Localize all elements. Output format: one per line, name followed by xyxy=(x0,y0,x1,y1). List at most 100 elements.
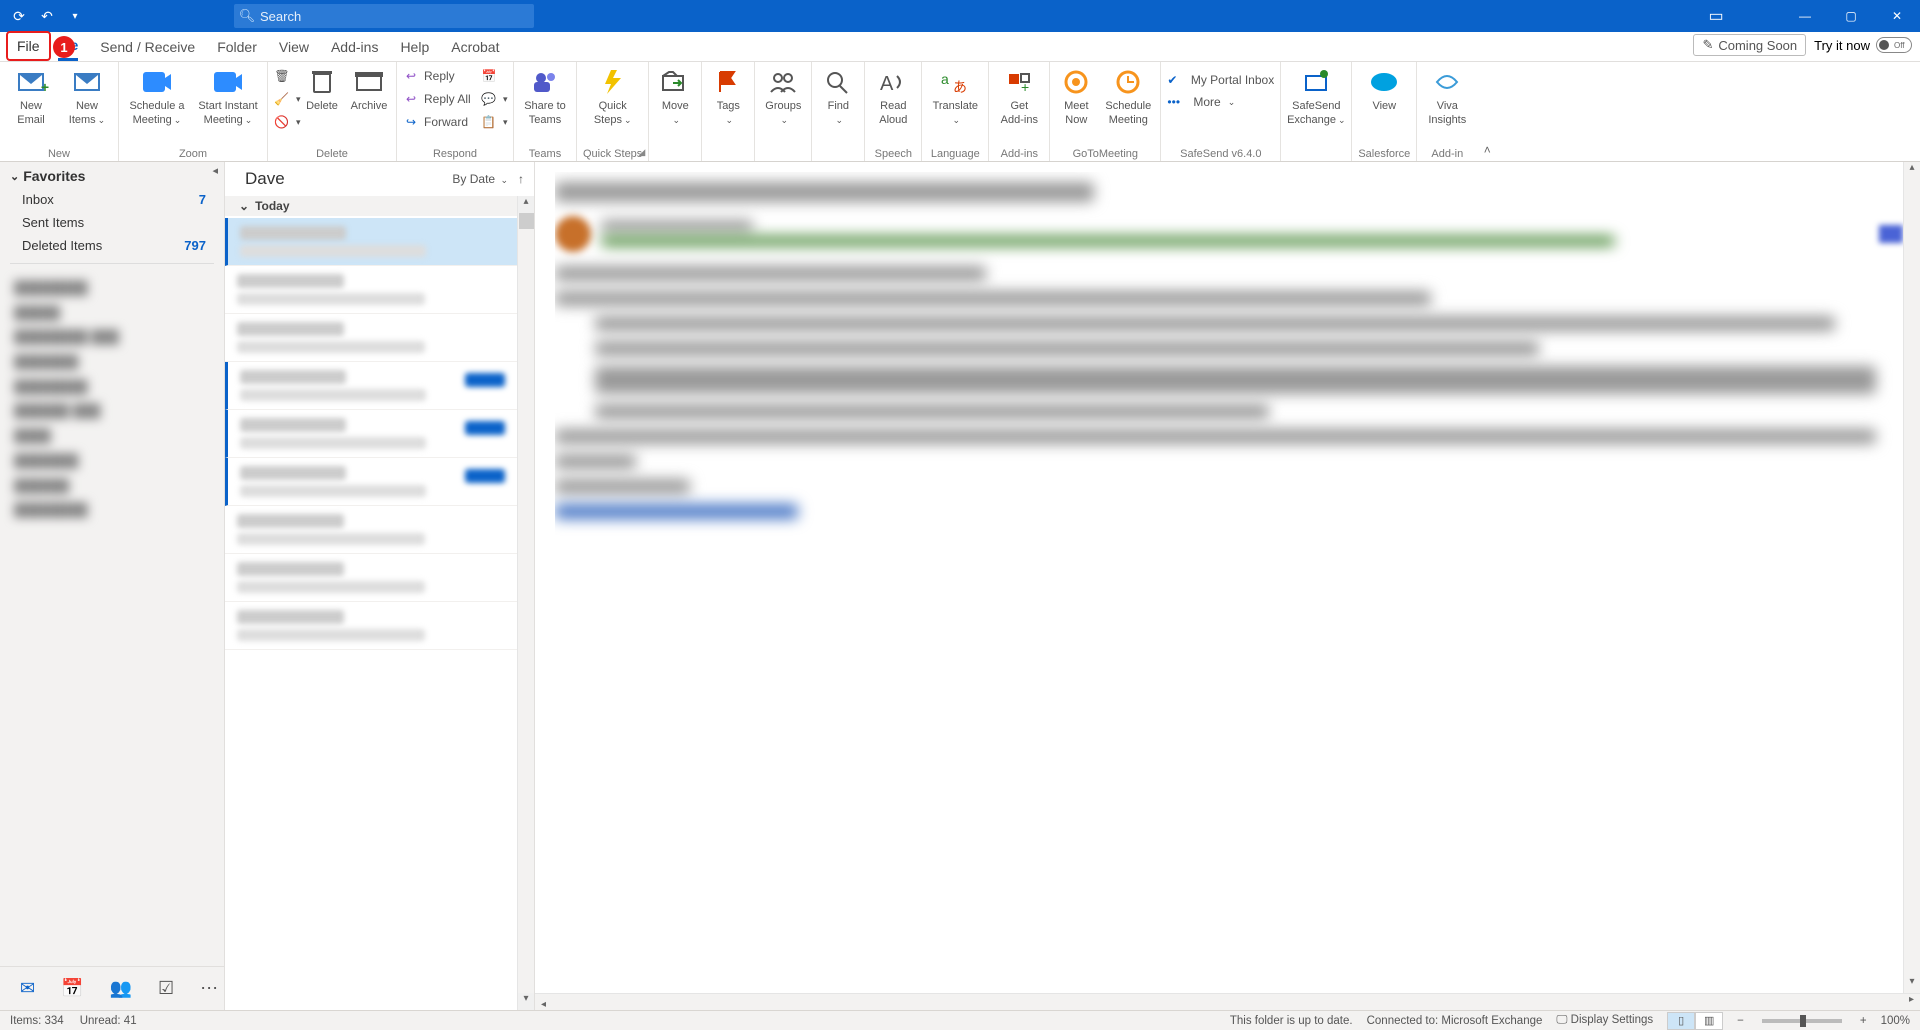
reading-vertical-scrollbar[interactable]: ▴ ▾ xyxy=(1903,162,1920,993)
message-list-scrollbar[interactable]: ▴ ▾ xyxy=(517,196,534,1010)
view-normal-button[interactable]: ▯ xyxy=(1667,1012,1695,1030)
display-settings-button[interactable]: 🖵 Display Settings xyxy=(1556,1014,1653,1027)
view-reading-button[interactable]: ▥ xyxy=(1695,1012,1723,1030)
search-icon: 🔍︎ xyxy=(234,8,260,24)
translate-button[interactable]: aあ Translate⌄ xyxy=(928,66,982,128)
scroll-down-icon[interactable]: ▾ xyxy=(1904,976,1920,993)
groups-button[interactable]: Groups⌄ xyxy=(761,66,805,128)
safesend-exchange-button[interactable]: SafeSend Exchange⌄ xyxy=(1287,66,1345,128)
favorites-header[interactable]: ⌄ Favorites xyxy=(0,162,224,188)
minimize-button[interactable]: ― xyxy=(1782,0,1828,32)
new-email-button[interactable]: New Email xyxy=(6,66,56,128)
close-button[interactable]: ✕ xyxy=(1874,0,1920,32)
scroll-left-icon[interactable]: ◂ xyxy=(535,999,552,1016)
nav-account-blurred[interactable]: █████████████████████ ██████████████████… xyxy=(0,270,224,529)
more-respond-button[interactable]: 📋▾ xyxy=(481,112,507,132)
tasks-icon[interactable]: ☑ xyxy=(158,978,174,999)
zoom-level[interactable]: 100% xyxy=(1881,1015,1910,1027)
message-item[interactable] xyxy=(225,266,517,314)
nav-inbox[interactable]: Inbox 7 xyxy=(0,188,224,211)
new-items-label: New Items⌄ xyxy=(69,100,105,128)
message-item[interactable] xyxy=(225,218,517,266)
read-aloud-button[interactable]: A Read Aloud xyxy=(871,66,915,128)
scroll-thumb[interactable] xyxy=(519,213,534,229)
new-items-button[interactable]: New Items⌄ xyxy=(62,66,112,128)
undo-icon[interactable]: ↶ xyxy=(38,7,56,25)
mail-icon[interactable]: ✉ xyxy=(20,978,35,999)
schedule-gtm-button[interactable]: Schedule Meeting xyxy=(1102,66,1154,128)
schedule-meeting-button[interactable]: Schedule a Meeting⌄ xyxy=(125,66,189,128)
try-it-now-toggle[interactable]: Off xyxy=(1876,37,1912,53)
date-group-today[interactable]: ⌄ Today xyxy=(225,196,534,216)
forward-button[interactable]: ↪Forward xyxy=(403,112,475,132)
search-input[interactable] xyxy=(260,9,534,24)
message-item[interactable] xyxy=(225,410,517,458)
quick-steps-launcher[interactable]: ◢ xyxy=(638,147,645,158)
more-nav-icon[interactable]: ⋯ xyxy=(200,978,218,999)
im-button[interactable]: 💬▾ xyxy=(481,89,507,109)
group-label-respond: Respond xyxy=(433,148,477,161)
search-box[interactable]: 🔍︎ xyxy=(234,4,534,28)
junk-button[interactable]: 🚫▾ xyxy=(274,112,296,132)
collapse-ribbon-button[interactable]: ˄ xyxy=(1477,62,1497,161)
delete-button[interactable]: Delete xyxy=(302,66,342,114)
schedule-meeting-label: Schedule a Meeting⌄ xyxy=(129,100,184,128)
maximize-button[interactable]: ▢ xyxy=(1828,0,1874,32)
calendar-icon[interactable]: 📅 xyxy=(61,978,83,999)
people-icon[interactable]: 👥 xyxy=(110,978,132,999)
scroll-down-icon[interactable]: ▾ xyxy=(518,993,534,1010)
zoom-in-button[interactable]: + xyxy=(1860,1015,1867,1027)
qat-customize-icon[interactable]: ▾ xyxy=(66,7,84,25)
ignore-button[interactable]: 🗑 xyxy=(274,66,296,86)
collapse-folder-pane-button[interactable]: ◂ xyxy=(212,164,218,177)
reading-horizontal-scrollbar[interactable]: ◂ ▸ xyxy=(535,993,1920,1010)
message-item[interactable] xyxy=(225,602,517,650)
reply-all-button[interactable]: ↩Reply All xyxy=(403,89,475,109)
coming-soon-button[interactable]: ✎ Coming Soon xyxy=(1693,34,1806,56)
help-tab[interactable]: Help xyxy=(400,39,429,55)
message-item[interactable] xyxy=(225,458,517,506)
share-to-teams-button[interactable]: Share to Teams xyxy=(520,66,570,128)
meet-now-button[interactable]: Meet Now xyxy=(1056,66,1096,128)
ribbon-group-find: Find⌄ xyxy=(812,62,865,161)
folder-tab[interactable]: Folder xyxy=(217,39,257,55)
zoom-slider[interactable] xyxy=(1762,1019,1842,1023)
file-tab[interactable]: File xyxy=(6,31,51,61)
get-addins-button[interactable]: + Get Add-ins xyxy=(995,66,1043,128)
scroll-up-icon[interactable]: ▴ xyxy=(1904,162,1920,179)
scroll-right-icon[interactable]: ▸ xyxy=(1903,994,1920,1011)
ribbon-display-options-icon[interactable]: ▭ xyxy=(1696,0,1736,32)
salesforce-view-button[interactable]: View xyxy=(1362,66,1406,114)
nav-deleted-items[interactable]: Deleted Items 797 xyxy=(0,234,224,257)
safesend-more-button[interactable]: ••• More⌄ xyxy=(1167,92,1235,112)
cleanup-button[interactable]: 🧹▾ xyxy=(274,89,296,109)
zoom-out-button[interactable]: − xyxy=(1737,1015,1744,1027)
message-item[interactable] xyxy=(225,554,517,602)
archive-button[interactable]: Archive xyxy=(348,66,390,114)
favorites-label: Favorites xyxy=(23,168,85,184)
zoom-knob[interactable] xyxy=(1800,1015,1806,1027)
scroll-up-icon[interactable]: ▴ xyxy=(518,196,534,213)
sort-by-date[interactable]: By Date ⌄ xyxy=(452,172,508,186)
message-item[interactable] xyxy=(225,314,517,362)
reply-button[interactable]: ↩Reply xyxy=(403,66,475,86)
chevron-down-icon: ⌄ xyxy=(239,199,249,213)
sort-direction-icon[interactable]: ↑ xyxy=(518,172,524,186)
refresh-icon[interactable]: ⟳ xyxy=(10,7,28,25)
acrobat-tab[interactable]: Acrobat xyxy=(451,39,499,55)
start-instant-meeting-button[interactable]: Start Instant Meeting⌄ xyxy=(195,66,261,128)
view-tab[interactable]: View xyxy=(279,39,309,55)
flag-icon[interactable] xyxy=(1879,225,1903,243)
tags-button[interactable]: Tags⌄ xyxy=(708,66,748,128)
quick-steps-button[interactable]: Quick Steps⌄ xyxy=(588,66,638,128)
find-button[interactable]: Find⌄ xyxy=(818,66,858,128)
message-item[interactable] xyxy=(225,362,517,410)
move-button[interactable]: Move⌄ xyxy=(655,66,695,128)
send-receive-tab[interactable]: Send / Receive xyxy=(100,39,195,55)
message-item[interactable] xyxy=(225,506,517,554)
nav-sent-items[interactable]: Sent Items xyxy=(0,211,224,234)
meeting-button[interactable]: 📅 xyxy=(481,66,507,86)
viva-insights-button[interactable]: Viva Insights xyxy=(1423,66,1471,128)
my-portal-inbox-button[interactable]: ✔ My Portal Inbox xyxy=(1167,70,1274,90)
addins-tab[interactable]: Add-ins xyxy=(331,39,378,55)
